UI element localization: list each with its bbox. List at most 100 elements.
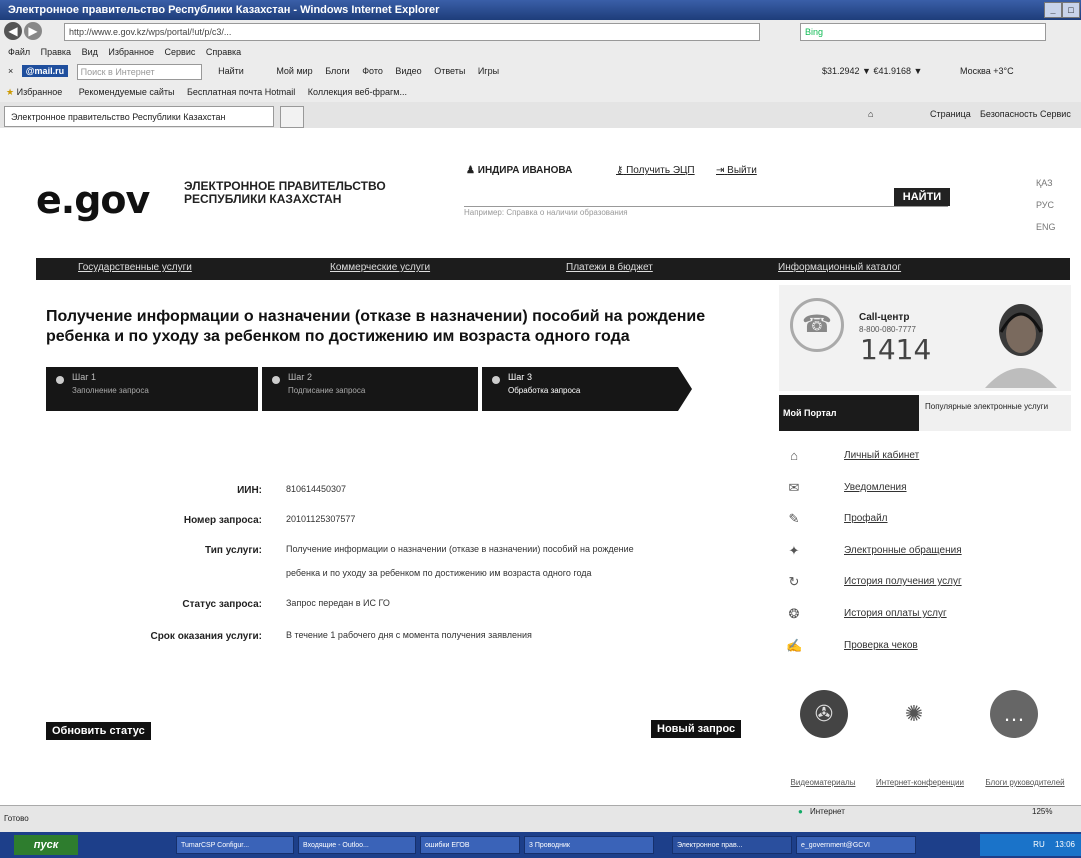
clock: 13:06 (1054, 840, 1075, 849)
nav-info-catalog[interactable]: Информационный каталог (778, 262, 901, 273)
lang-eng[interactable]: ENG (1036, 216, 1056, 238)
logout-link[interactable]: ⇥ Выйти (716, 165, 757, 176)
egov-logo[interactable]: e.gov (36, 178, 150, 222)
bing-search-box[interactable]: Bing (800, 23, 1046, 41)
nav-commercial-services[interactable]: Коммерческие услуги (330, 262, 430, 273)
page-title: Получение информации о назначении (отказ… (46, 308, 706, 345)
tool-security[interactable]: Безопасность (980, 109, 1037, 119)
globe-icon: ● (798, 807, 803, 816)
user-icon: ♟ (466, 165, 475, 176)
menu-favorites[interactable]: Избранное (108, 47, 154, 57)
field-value-status: Запрос передан в ИС ГО (286, 598, 390, 608)
nav-budget-payments[interactable]: Платежи в бюджет (566, 262, 653, 273)
step-arrow (678, 367, 692, 411)
media-internet-conference[interactable]: Интернет-конференции (870, 778, 970, 788)
mailru-search-input[interactable]: Поиск в Интернет (76, 63, 202, 80)
menu-view[interactable]: Вид (82, 47, 98, 57)
user-name: ♟ ИНДИРА ИВАНОВА (466, 165, 573, 176)
field-label-status: Статус запроса: (182, 599, 262, 610)
pen-icon: ✎ (788, 511, 800, 526)
lang-kaz[interactable]: ҚАЗ (1036, 172, 1056, 194)
menu-help[interactable]: Справка (206, 47, 241, 57)
coins-icon: ❂ (788, 606, 800, 621)
star-icon: ★ (6, 87, 15, 97)
lang-rus[interactable]: РУС (1036, 194, 1056, 216)
tool-page[interactable]: Страница (930, 109, 971, 119)
mailru-toolbar: × @mail.ru Поиск в Интернет Найти Мой ми… (0, 60, 1081, 83)
media-video[interactable]: Видеоматериалы (778, 778, 868, 788)
tab-bar: Электронное правительство Республики Каз… (0, 102, 1081, 129)
favorites-label[interactable]: Избранное (17, 87, 63, 97)
taskbar-item-ie[interactable]: Электронное прав... (672, 836, 792, 854)
field-label-service-type: Тип услуги: (205, 545, 262, 556)
back-button[interactable]: ◀ (4, 22, 22, 40)
address-bar[interactable]: http://www.e.gov.kz/wps/portal/!ut/p/c3/… (64, 23, 760, 41)
chat-bubble-icon[interactable]: … (990, 690, 1038, 738)
fav-link-hotmail[interactable]: Бесплатная почта Hotmail (187, 87, 295, 97)
security-zone: Интернет (810, 807, 845, 816)
mailru-games[interactable]: Игры (478, 66, 499, 76)
forward-button[interactable]: ▶ (24, 22, 42, 40)
tab-popular-services[interactable]: Популярные электронные услуги (919, 395, 1071, 431)
mailru-blogs[interactable]: Блоги (325, 66, 349, 76)
call-center-label: Call-центр (859, 312, 910, 323)
refresh-status-button[interactable]: Обновить статус (46, 722, 151, 740)
taskbar-item-explorer[interactable]: 3 Проводник (524, 836, 654, 854)
field-value-iin: 810614450307 (286, 484, 347, 494)
menu-bar: Файл Правка Вид Избранное Сервис Справка (0, 44, 1081, 60)
mailru-find[interactable]: Найти (218, 66, 244, 76)
start-button[interactable]: пуск (14, 835, 78, 855)
media-leader-blogs[interactable]: Блоги руководителей (980, 778, 1070, 788)
step-icon (272, 376, 280, 384)
currency-rates: $31.2942 ▼ €41.9168 ▼ (822, 66, 923, 76)
taskbar-item-outlook[interactable]: Входящие - Outloo... (298, 836, 416, 854)
mailru-answers[interactable]: Ответы (434, 66, 465, 76)
taskbar-item-errors[interactable]: ошибки ЕГОВ (420, 836, 520, 854)
mailru-photo[interactable]: Фото (362, 66, 383, 76)
tool-service[interactable]: Сервис (1040, 109, 1071, 119)
browser-tab[interactable]: Электронное правительство Республики Каз… (4, 106, 274, 127)
search-input[interactable] (464, 186, 948, 207)
conference-icon[interactable]: ✺ (890, 690, 938, 738)
new-tab-button[interactable] (280, 106, 304, 128)
mailru-logo[interactable]: @mail.ru (21, 65, 69, 77)
step-icon (56, 376, 64, 384)
operator-photo (985, 304, 1057, 388)
language-switcher: ҚАЗ РУС ENG (1036, 172, 1056, 238)
home-icon: ⌂ (790, 448, 798, 463)
new-request-button[interactable]: Новый запрос (651, 720, 742, 738)
mailru-myworld[interactable]: Мой мир (276, 66, 312, 76)
home-icon[interactable]: ⌂ (868, 109, 873, 119)
taskbar-item-egov-mail[interactable]: e_government@GCVI (796, 836, 916, 854)
fav-link-webslices[interactable]: Коллекция веб-фрагм... (308, 87, 407, 97)
status-bar: Готово ● Интернет 125% (0, 805, 1081, 833)
zoom-level[interactable]: 125% (1032, 807, 1052, 816)
field-value-request-number: 20101125307577 (286, 514, 356, 524)
field-label-deadline: Срок оказания услуги: (150, 631, 262, 642)
film-reel-icon[interactable]: ✇ (800, 690, 848, 738)
menu-file[interactable]: Файл (8, 47, 30, 57)
maximize-button[interactable]: □ (1062, 2, 1080, 18)
step-2: Шаг 2 Подписание запроса (262, 367, 478, 411)
menu-tools[interactable]: Сервис (165, 47, 196, 57)
menu-edit[interactable]: Правка (41, 47, 71, 57)
field-label-request-number: Номер запроса: (183, 515, 262, 526)
fav-link-recommended[interactable]: Рекомендуемые сайты (79, 87, 175, 97)
minimize-button[interactable]: _ (1044, 2, 1062, 18)
taskbar-item-tumarcsp[interactable]: TumarCSP Configur... (176, 836, 294, 854)
field-value-service-type: Получение информации о назначении (отказ… (286, 544, 634, 554)
tab-my-portal[interactable]: Мой Портал (779, 395, 919, 431)
web-page: e.gov ЭЛЕКТРОННОЕ ПРАВИТЕЛЬСТВО РЕСПУБЛИ… (0, 128, 1081, 805)
language-indicator[interactable]: RU (1033, 840, 1045, 849)
weather-widget[interactable]: Москва +3°С (960, 60, 1014, 82)
receipt-icon: ✍ (786, 638, 803, 653)
mailru-video[interactable]: Видео (395, 66, 421, 76)
search-button[interactable]: НАЙТИ (894, 188, 950, 206)
get-signature-link[interactable]: ⚷ Получить ЭЦП (616, 165, 695, 176)
logo-line-2: РЕСПУБЛИКИ КАЗАХСТАН (184, 192, 342, 206)
status-text: Готово (4, 814, 29, 823)
field-value-service-type-line2: ребенка и по уходу за ребенком по достиж… (286, 568, 592, 578)
history-icon: ↻ (788, 574, 800, 589)
logout-icon: ⇥ (716, 165, 725, 176)
nav-gov-services[interactable]: Государственные услуги (78, 262, 192, 273)
